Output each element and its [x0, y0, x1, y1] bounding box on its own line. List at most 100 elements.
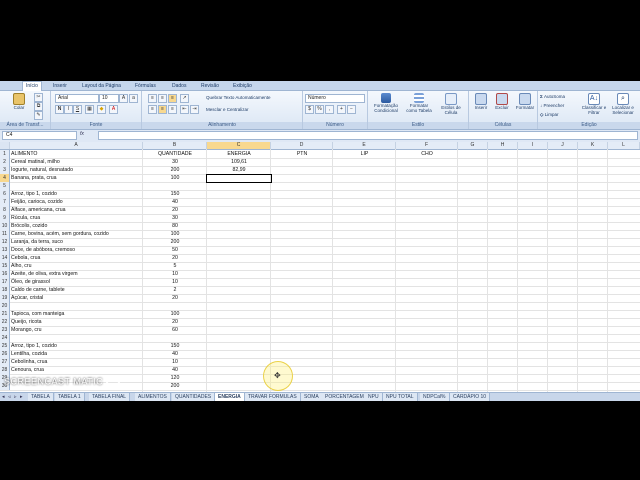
percent-icon[interactable]: %: [315, 105, 324, 114]
cell-c[interactable]: [207, 190, 271, 198]
cell-a[interactable]: Alho, cru: [11, 262, 143, 270]
cell-f[interactable]: [396, 190, 458, 198]
cell-b[interactable]: 30: [143, 214, 207, 222]
cell-d[interactable]: [271, 326, 333, 334]
cell-e[interactable]: [333, 174, 396, 182]
cell-c[interactable]: [207, 366, 271, 374]
sheet-tab[interactable]: CARDÁPIO 10: [450, 393, 491, 401]
cell-c[interactable]: [207, 206, 271, 214]
cell-a[interactable]: Óleo, de girassol: [11, 278, 143, 286]
cell-d[interactable]: [271, 310, 333, 318]
cell-d[interactable]: [271, 190, 333, 198]
row-header[interactable]: 9: [0, 214, 10, 222]
cell-d[interactable]: [271, 302, 333, 310]
row-header[interactable]: 16: [0, 270, 10, 278]
row-header[interactable]: 2: [0, 158, 10, 166]
cell-b[interactable]: 100: [143, 230, 207, 238]
currency-icon[interactable]: $: [305, 105, 314, 114]
row-header[interactable]: 15: [0, 262, 10, 270]
cell-e[interactable]: [333, 214, 396, 222]
column-header-c[interactable]: C: [207, 142, 271, 149]
cell-e[interactable]: [333, 238, 396, 246]
cell-a[interactable]: [11, 302, 143, 310]
cell-d[interactable]: [271, 270, 333, 278]
grow-font-icon[interactable]: A: [119, 94, 128, 103]
cell-e[interactable]: [333, 182, 396, 190]
cell-d[interactable]: [271, 318, 333, 326]
cell-b[interactable]: 2: [143, 286, 207, 294]
row-header[interactable]: 23: [0, 326, 10, 334]
cell-b[interactable]: 20: [143, 254, 207, 262]
column-header-d[interactable]: D: [271, 142, 333, 149]
cell-e[interactable]: [333, 334, 396, 342]
cell-a[interactable]: Rúcula, crua: [11, 214, 143, 222]
cell-a[interactable]: [11, 334, 143, 342]
cell-c[interactable]: 82,99: [207, 166, 271, 174]
cell-c[interactable]: [207, 262, 271, 270]
cell-f[interactable]: [396, 262, 458, 270]
tab-layout[interactable]: Layout da Página: [79, 82, 124, 90]
cell-f[interactable]: [396, 342, 458, 350]
cell-d[interactable]: [271, 158, 333, 166]
cell-b[interactable]: 40: [143, 366, 207, 374]
cell-e[interactable]: [333, 294, 396, 302]
cell-c[interactable]: [207, 246, 271, 254]
cell-e[interactable]: [333, 246, 396, 254]
cell-b[interactable]: 50: [143, 246, 207, 254]
cell-a[interactable]: Arroz, tipo 1, cozido: [11, 342, 143, 350]
cell-e[interactable]: [333, 190, 396, 198]
last-sheet-icon[interactable]: ▸: [20, 394, 25, 400]
cell-c[interactable]: [207, 198, 271, 206]
delete-cells-button[interactable]: Excluir: [492, 93, 512, 110]
decrease-decimal-icon[interactable]: −: [347, 105, 356, 114]
cell-styles-button[interactable]: Estilos de Célula: [436, 93, 466, 115]
prev-sheet-icon[interactable]: ◃: [8, 394, 13, 400]
cell-d[interactable]: [271, 222, 333, 230]
cell-f[interactable]: [396, 246, 458, 254]
cell-f[interactable]: [396, 294, 458, 302]
cell-a[interactable]: [11, 182, 143, 190]
sheet-tab[interactable]: PORCENTAGEM: [322, 393, 368, 401]
paste-button[interactable]: Colar: [6, 93, 32, 110]
cell-e[interactable]: [333, 286, 396, 294]
cell-c[interactable]: [207, 334, 271, 342]
row-header[interactable]: 20: [0, 302, 10, 310]
column-header-k[interactable]: K: [578, 142, 608, 149]
cell-d[interactable]: [271, 334, 333, 342]
orientation-icon[interactable]: ↗: [180, 94, 189, 103]
cell-a[interactable]: Queijo, ricota: [11, 318, 143, 326]
cell-a[interactable]: Morango, cru: [11, 326, 143, 334]
cell-e[interactable]: [333, 206, 396, 214]
cell-e[interactable]: [333, 230, 396, 238]
column-header-i[interactable]: I: [518, 142, 548, 149]
row-header[interactable]: 28: [0, 366, 10, 374]
align-left-icon[interactable]: ≡: [148, 105, 157, 114]
column-header-e[interactable]: E: [333, 142, 396, 149]
sort-filter-button[interactable]: A↓ Classificar e Filtrar: [580, 93, 608, 115]
cell-a[interactable]: Cereal matinal, milho: [11, 158, 143, 166]
row-header[interactable]: 14: [0, 254, 10, 262]
column-header-f[interactable]: F: [396, 142, 458, 149]
cell-f[interactable]: [396, 350, 458, 358]
cell-a[interactable]: ALIMENTO: [11, 150, 143, 158]
cell-f[interactable]: [396, 214, 458, 222]
shrink-font-icon[interactable]: a: [129, 94, 138, 103]
cell-c[interactable]: [207, 238, 271, 246]
cell-b[interactable]: 60: [143, 326, 207, 334]
cell-d[interactable]: [271, 342, 333, 350]
cell-e[interactable]: [333, 366, 396, 374]
cell-f[interactable]: [396, 270, 458, 278]
cell-a[interactable]: Lentilha, cozida: [11, 350, 143, 358]
underline-icon[interactable]: S: [73, 105, 82, 114]
cell-f[interactable]: [396, 230, 458, 238]
cell-e[interactable]: [333, 278, 396, 286]
borders-icon[interactable]: ▦: [85, 105, 94, 114]
cell-c[interactable]: [207, 342, 271, 350]
cell-c[interactable]: [207, 278, 271, 286]
column-header-g[interactable]: G: [458, 142, 488, 149]
fill-button[interactable]: ↓ Preencher: [540, 103, 580, 108]
cell-c[interactable]: [207, 182, 271, 190]
cell-b[interactable]: 120: [143, 374, 207, 382]
comma-icon[interactable]: ,: [325, 105, 334, 114]
cell-f[interactable]: CHO: [396, 150, 458, 158]
